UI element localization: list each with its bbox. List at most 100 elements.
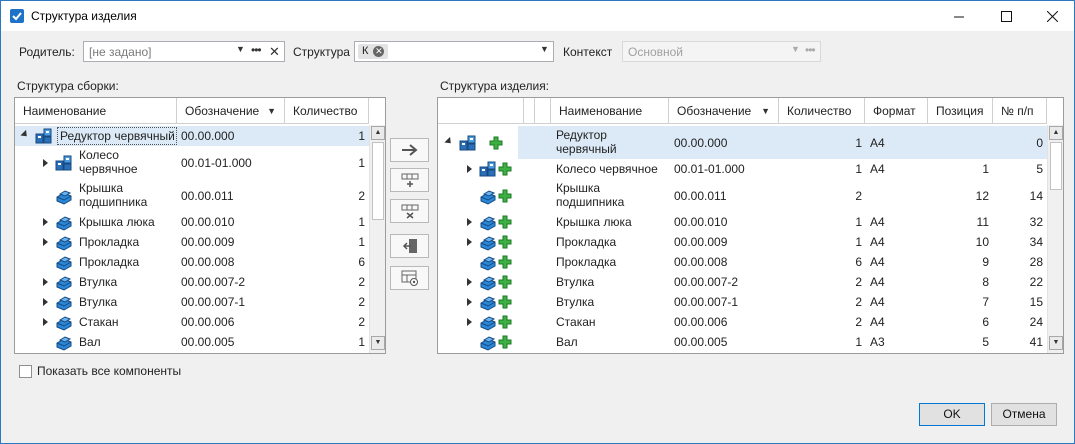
expand-icon[interactable] <box>43 158 48 167</box>
context-combo[interactable]: Основной ▼ ••• <box>622 41 821 62</box>
collapse-icon[interactable] <box>20 129 30 140</box>
column-header-position[interactable]: Позиция <box>928 98 993 124</box>
replace-icon <box>402 239 417 253</box>
row-format: A4 <box>870 215 885 229</box>
scroll-up-icon[interactable]: ▲ <box>371 126 385 140</box>
clear-icon[interactable]: ✕ <box>269 44 280 60</box>
insert-row-button[interactable] <box>390 168 429 192</box>
context-value: Основной <box>628 45 684 59</box>
table-row[interactable]: Крышка люка 00.00.010 1 A4 11 32 <box>438 212 1047 232</box>
table-row[interactable]: Крышка подшипника 00.00.011 2 12 14 <box>438 179 1047 212</box>
scroll-down-icon[interactable]: ▼ <box>371 336 385 350</box>
part-icon <box>479 187 497 205</box>
add-to-structure-button[interactable] <box>390 138 429 162</box>
table-row[interactable]: Прокладка 00.00.008 6 <box>15 252 369 272</box>
vertical-scrollbar[interactable]: ▲ ▼ <box>369 125 385 353</box>
vertical-scrollbar[interactable]: ▲ ▼ <box>1047 125 1063 353</box>
expand-icon[interactable] <box>43 238 48 246</box>
table-row[interactable]: Прокладка 00.00.009 1 A4 10 34 <box>438 232 1047 252</box>
row-position: 10 <box>975 235 989 249</box>
expand-icon[interactable] <box>467 165 472 173</box>
table-row[interactable]: Крышка подшипника 00.00.011 2 <box>15 179 369 212</box>
column-header-code[interactable]: Обозначение ▼ <box>177 98 285 124</box>
expand-icon[interactable] <box>467 298 472 306</box>
more-dots-icon[interactable]: ••• <box>805 43 816 57</box>
table-row[interactable]: Прокладка 00.00.009 1 <box>15 232 369 252</box>
scroll-up-icon[interactable]: ▲ <box>1049 126 1063 140</box>
show-all-checkbox[interactable] <box>19 365 32 378</box>
more-dots-icon[interactable]: ••• <box>251 43 262 57</box>
row-code: 00.00.007-1 <box>181 295 246 309</box>
expand-icon[interactable] <box>467 238 472 246</box>
table-row[interactable]: Вал 00.00.005 1 A3 5 41 <box>438 332 1047 352</box>
replace-button[interactable] <box>390 234 429 258</box>
table-row[interactable]: Редуктор червячный 00.00.000 1 <box>15 126 369 146</box>
grid-header: Наименование Обозначение ▼ Количество Фор… <box>438 98 1047 124</box>
row-name: Редуктор червячный <box>57 127 177 145</box>
row-number: 5 <box>1036 162 1043 176</box>
product-structure-grid[interactable]: Наименование Обозначение ▼ Количество Фор… <box>437 97 1064 354</box>
table-row[interactable]: Втулка 00.00.007-2 2 A4 8 22 <box>438 272 1047 292</box>
expand-icon[interactable] <box>43 318 48 326</box>
structure-combo[interactable]: К ✕ ▼ <box>354 41 554 62</box>
row-qty: 2 <box>855 315 862 329</box>
table-row[interactable]: Прокладка 00.00.008 6 A4 9 28 <box>438 252 1047 272</box>
assembly-structure-grid[interactable]: Наименование Обозначение ▼ Количество Ред… <box>14 97 386 354</box>
plus-icon <box>498 235 512 249</box>
part-icon <box>479 253 497 271</box>
column-header-qty[interactable]: Количество <box>285 98 369 124</box>
column-header-format[interactable]: Формат <box>865 98 928 124</box>
expand-icon[interactable] <box>43 218 48 226</box>
ok-button[interactable]: OK <box>919 403 985 426</box>
minimize-button[interactable] <box>936 1 982 31</box>
close-button[interactable] <box>1029 1 1075 31</box>
table-row[interactable]: Редуктор червячный 00.00.000 1 A4 0 <box>438 126 1047 159</box>
table-row[interactable]: Колесо червячное 00.01-01.000 1 A4 1 5 <box>438 159 1047 179</box>
maximize-button[interactable] <box>983 1 1029 31</box>
close-icon <box>1046 10 1058 22</box>
table-row[interactable]: Втулка 00.00.007-2 2 <box>15 272 369 292</box>
delete-row-button[interactable] <box>390 199 429 223</box>
scroll-thumb[interactable] <box>372 142 384 220</box>
row-format: A4 <box>870 135 885 150</box>
scroll-down-icon[interactable]: ▼ <box>1049 336 1063 350</box>
expand-icon[interactable] <box>467 278 472 286</box>
row-code: 00.00.007-2 <box>674 275 739 289</box>
table-row[interactable]: Втулка 00.00.007-1 2 <box>15 292 369 312</box>
column-header-name[interactable]: Наименование <box>15 98 177 124</box>
column-header-name[interactable]: Наименование <box>551 98 669 124</box>
table-row[interactable]: Крышка люка 00.00.010 1 <box>15 212 369 232</box>
table-row[interactable]: Колесо червячное 00.01-01.000 1 <box>15 146 369 179</box>
scroll-thumb[interactable] <box>1050 142 1062 190</box>
collapse-icon[interactable] <box>444 136 454 146</box>
expand-icon[interactable] <box>43 298 48 306</box>
row-position: 11 <box>976 215 989 229</box>
row-number: 24 <box>1029 315 1043 329</box>
expand-icon[interactable] <box>43 278 48 286</box>
chevron-down-icon[interactable]: ▼ <box>236 44 245 54</box>
expand-icon[interactable] <box>467 318 472 326</box>
table-row[interactable]: Стакан 00.00.006 2 A4 6 24 <box>438 312 1047 332</box>
row-name: Крышка подшипника <box>556 181 625 209</box>
view-structure-button[interactable] <box>390 266 429 290</box>
parent-combo[interactable]: [не задано] ▼ ••• ✕ <box>83 41 285 62</box>
sort-down-icon: ▼ <box>761 106 770 116</box>
row-code: 00.00.000 <box>674 135 728 150</box>
delete-row-icon <box>401 204 418 219</box>
table-row[interactable]: Стакан 00.00.006 2 <box>15 312 369 332</box>
structure-chip[interactable]: К ✕ <box>358 44 389 59</box>
row-name: Втулка <box>79 295 118 309</box>
expand-icon[interactable] <box>467 218 472 226</box>
table-row[interactable]: Вал 00.00.005 1 <box>15 332 369 352</box>
row-qty: 2 <box>855 188 862 203</box>
column-header-qty[interactable]: Количество <box>779 98 865 124</box>
show-all-label[interactable]: Показать все компоненты <box>37 364 181 378</box>
column-header-number[interactable]: № п/п <box>993 98 1047 124</box>
cancel-button[interactable]: Отмена <box>991 403 1057 426</box>
chevron-down-icon[interactable]: ▼ <box>791 44 800 54</box>
chevron-down-icon[interactable]: ▼ <box>540 44 549 54</box>
plus-icon <box>498 189 512 203</box>
remove-chip-icon[interactable]: ✕ <box>373 46 385 57</box>
table-row[interactable]: Втулка 00.00.007-1 2 A4 7 15 <box>438 292 1047 312</box>
column-header-code[interactable]: Обозначение ▼ <box>669 98 779 124</box>
